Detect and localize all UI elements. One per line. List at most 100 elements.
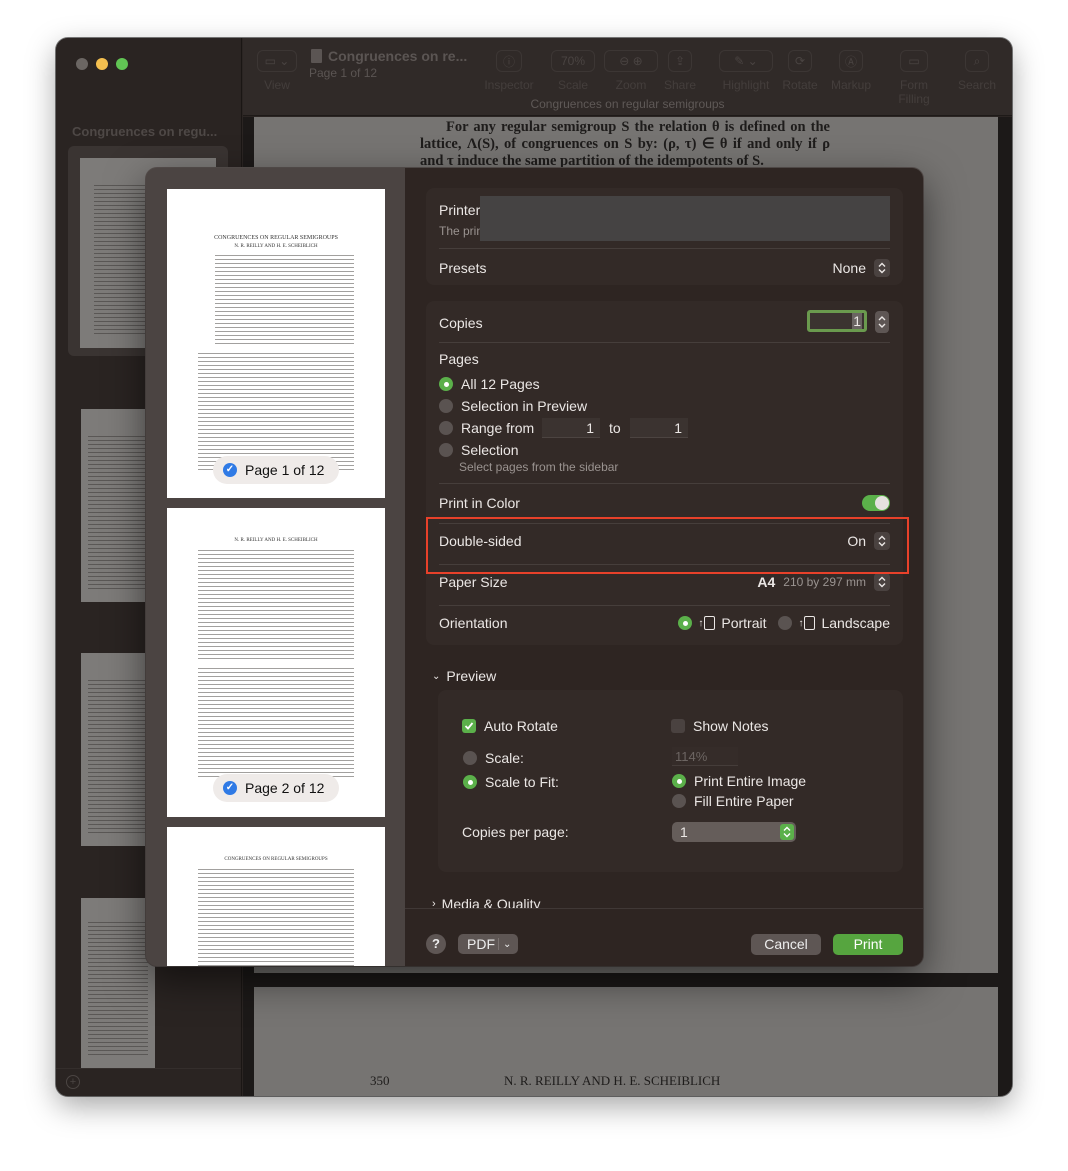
pages-label: Pages — [439, 351, 479, 367]
sidebar-thumbnail-page-4[interactable] — [81, 898, 155, 1068]
paper-size-select[interactable]: A4 210 by 297 mm — [757, 573, 890, 591]
landscape-icon: ↑ — [798, 616, 816, 630]
search-button[interactable]: ⌕ Search — [955, 50, 999, 92]
updown-chevron-icon — [780, 824, 794, 840]
double-sided-row: Double-sided On — [439, 529, 890, 553]
sidebar-thumbnail-page-3[interactable] — [81, 653, 155, 846]
radio-unselected — [439, 421, 453, 435]
orientation-row: Orientation ↑ Portrait ↑ Landscape — [439, 615, 890, 631]
scale-value: 70% — [551, 50, 595, 72]
scale-control[interactable]: 70% Scale — [550, 50, 596, 92]
maximize-button[interactable] — [116, 58, 128, 70]
range-from-field[interactable]: 1 — [542, 418, 600, 438]
pages-selection-in-preview-option[interactable]: Selection in Preview — [439, 398, 587, 414]
print-entire-image-option[interactable]: Print Entire Image — [672, 773, 806, 789]
print-settings: Printer The prin Presets None Copies 1 P… — [405, 168, 923, 966]
pdf-menu-button[interactable]: PDF ⌄ — [458, 934, 518, 954]
share-icon: ⇪ — [668, 50, 692, 72]
search-icon: ⌕ — [965, 50, 989, 72]
checkbox-checked — [462, 719, 476, 733]
dialog-footer: ? PDF ⌄ Cancel Print — [405, 908, 923, 966]
page-badge[interactable]: ✓ Page 1 of 12 — [213, 456, 339, 484]
settings-scroll-area[interactable]: Printer The prin Presets None Copies 1 P… — [405, 168, 923, 908]
presets-row: Presets None — [439, 256, 890, 280]
cancel-button[interactable]: Cancel — [751, 934, 821, 955]
selection-hint: Select pages from the sidebar — [459, 460, 619, 474]
fill-entire-paper-option[interactable]: Fill Entire Paper — [672, 793, 794, 809]
updown-chevron-icon — [874, 259, 890, 277]
sidebar-footer: + — [56, 1068, 241, 1096]
markup-button[interactable]: Ⓐ Markup — [829, 50, 873, 92]
radio-unselected — [439, 399, 453, 413]
view-button[interactable]: ▭ ⌄ View — [255, 50, 299, 92]
sidebar-title: Congruences on regu... — [72, 124, 218, 139]
preview-options-group: Auto Rotate Show Notes Scale: 114% Scale… — [438, 690, 903, 872]
print-in-color-row: Print in Color — [439, 491, 890, 515]
settings-group: Copies 1 Pages All 12 Pages Selection in… — [426, 301, 903, 645]
add-icon[interactable]: + — [66, 1075, 80, 1089]
preview-page-3[interactable]: CONGRUENCES ON REGULAR SEMIGROUPS — [167, 827, 385, 966]
radio-unselected — [439, 443, 453, 457]
scale-field[interactable]: 114% — [672, 747, 738, 766]
document-icon — [311, 49, 322, 63]
document-paragraph: For any regular semigroup S the relation… — [420, 119, 830, 169]
radio-unselected — [463, 751, 477, 765]
double-sided-select[interactable]: On — [847, 532, 890, 550]
pages-range-option[interactable]: Range from — [439, 420, 534, 436]
portrait-option[interactable]: ↑ Portrait — [678, 615, 766, 631]
chevron-down-icon: ⌄ — [432, 670, 441, 682]
radio-selected — [672, 774, 686, 788]
printer-label: Printer — [439, 202, 481, 218]
copies-stepper[interactable] — [875, 311, 889, 333]
presets-select[interactable]: None — [833, 259, 890, 277]
range-to-label: to — [609, 420, 621, 436]
share-button[interactable]: ⇪ Share — [662, 50, 698, 92]
range-to-field[interactable]: 1 — [630, 418, 688, 438]
paper-size-row: Paper Size A4 210 by 297 mm — [439, 570, 890, 594]
scale-to-fit-option[interactable]: Scale to Fit: — [463, 774, 559, 790]
copies-per-page-select[interactable]: 1 — [672, 822, 796, 842]
preview-page-2[interactable]: N. R. REILLY AND H. E. SCHEIBLICH ✓ Page… — [167, 508, 385, 817]
copies-field[interactable]: 1 — [807, 310, 867, 332]
sidebar-thumbnail-page-2[interactable] — [81, 409, 155, 602]
chevron-right-icon: › — [432, 898, 436, 908]
document-page-2: 350 N. R. REILLY AND H. E. SCHEIBLICH — [254, 987, 998, 1096]
help-button[interactable]: ? — [426, 934, 446, 954]
pages-all-option[interactable]: All 12 Pages — [439, 376, 540, 392]
zoom-control[interactable]: ⊖ ⊕ Zoom — [603, 50, 659, 92]
media-quality-section-toggle[interactable]: › Media & Quality — [432, 896, 541, 908]
info-icon: ⓘ — [496, 50, 522, 72]
print-in-color-toggle[interactable] — [862, 495, 890, 511]
preview-section-toggle[interactable]: ⌄ Preview — [432, 668, 496, 684]
portrait-icon: ↑ — [698, 616, 716, 630]
pages-selection-option[interactable]: Selection — [439, 442, 519, 458]
document-title: Congruences on re... — [311, 48, 467, 64]
form-filling-icon: ▭ — [900, 50, 928, 72]
landscape-option[interactable]: ↑ Landscape — [778, 615, 890, 631]
window-subtitle: Congruences on regular semigroups — [530, 97, 725, 111]
preview-page-1[interactable]: CONGRUENCES ON REGULAR SEMIGROUPS N. R. … — [167, 189, 385, 498]
scale-option[interactable]: Scale: — [463, 750, 524, 766]
inspector-button[interactable]: ⓘ Inspector — [483, 50, 535, 92]
page-running-head: N. R. REILLY AND H. E. SCHEIBLICH — [504, 1073, 721, 1088]
window-controls — [76, 58, 128, 70]
highlight-button[interactable]: ✎ ⌄ Highlight — [718, 50, 774, 92]
minimize-button[interactable] — [96, 58, 108, 70]
print-button[interactable]: Print — [833, 934, 903, 955]
printer-select-redacted[interactable] — [480, 196, 890, 241]
close-button[interactable] — [76, 58, 88, 70]
checkmark-icon: ✓ — [223, 463, 237, 477]
updown-chevron-icon — [874, 573, 890, 591]
radio-selected — [678, 616, 693, 630]
copies-per-page-label: Copies per page: — [462, 824, 569, 840]
printer-description: The prin — [439, 224, 484, 238]
checkbox-unchecked — [671, 719, 685, 733]
page-badge[interactable]: ✓ Page 2 of 12 — [213, 774, 339, 802]
toolbar: ▭ ⌄ View Congruences on re... Page 1 of … — [243, 38, 1012, 116]
rotate-button[interactable]: ⟳ Rotate — [781, 50, 819, 92]
show-notes-checkbox[interactable]: Show Notes — [671, 718, 768, 734]
radio-unselected — [778, 616, 793, 630]
radio-selected — [439, 377, 453, 391]
auto-rotate-checkbox[interactable]: Auto Rotate — [462, 718, 558, 734]
radio-selected — [463, 775, 477, 789]
